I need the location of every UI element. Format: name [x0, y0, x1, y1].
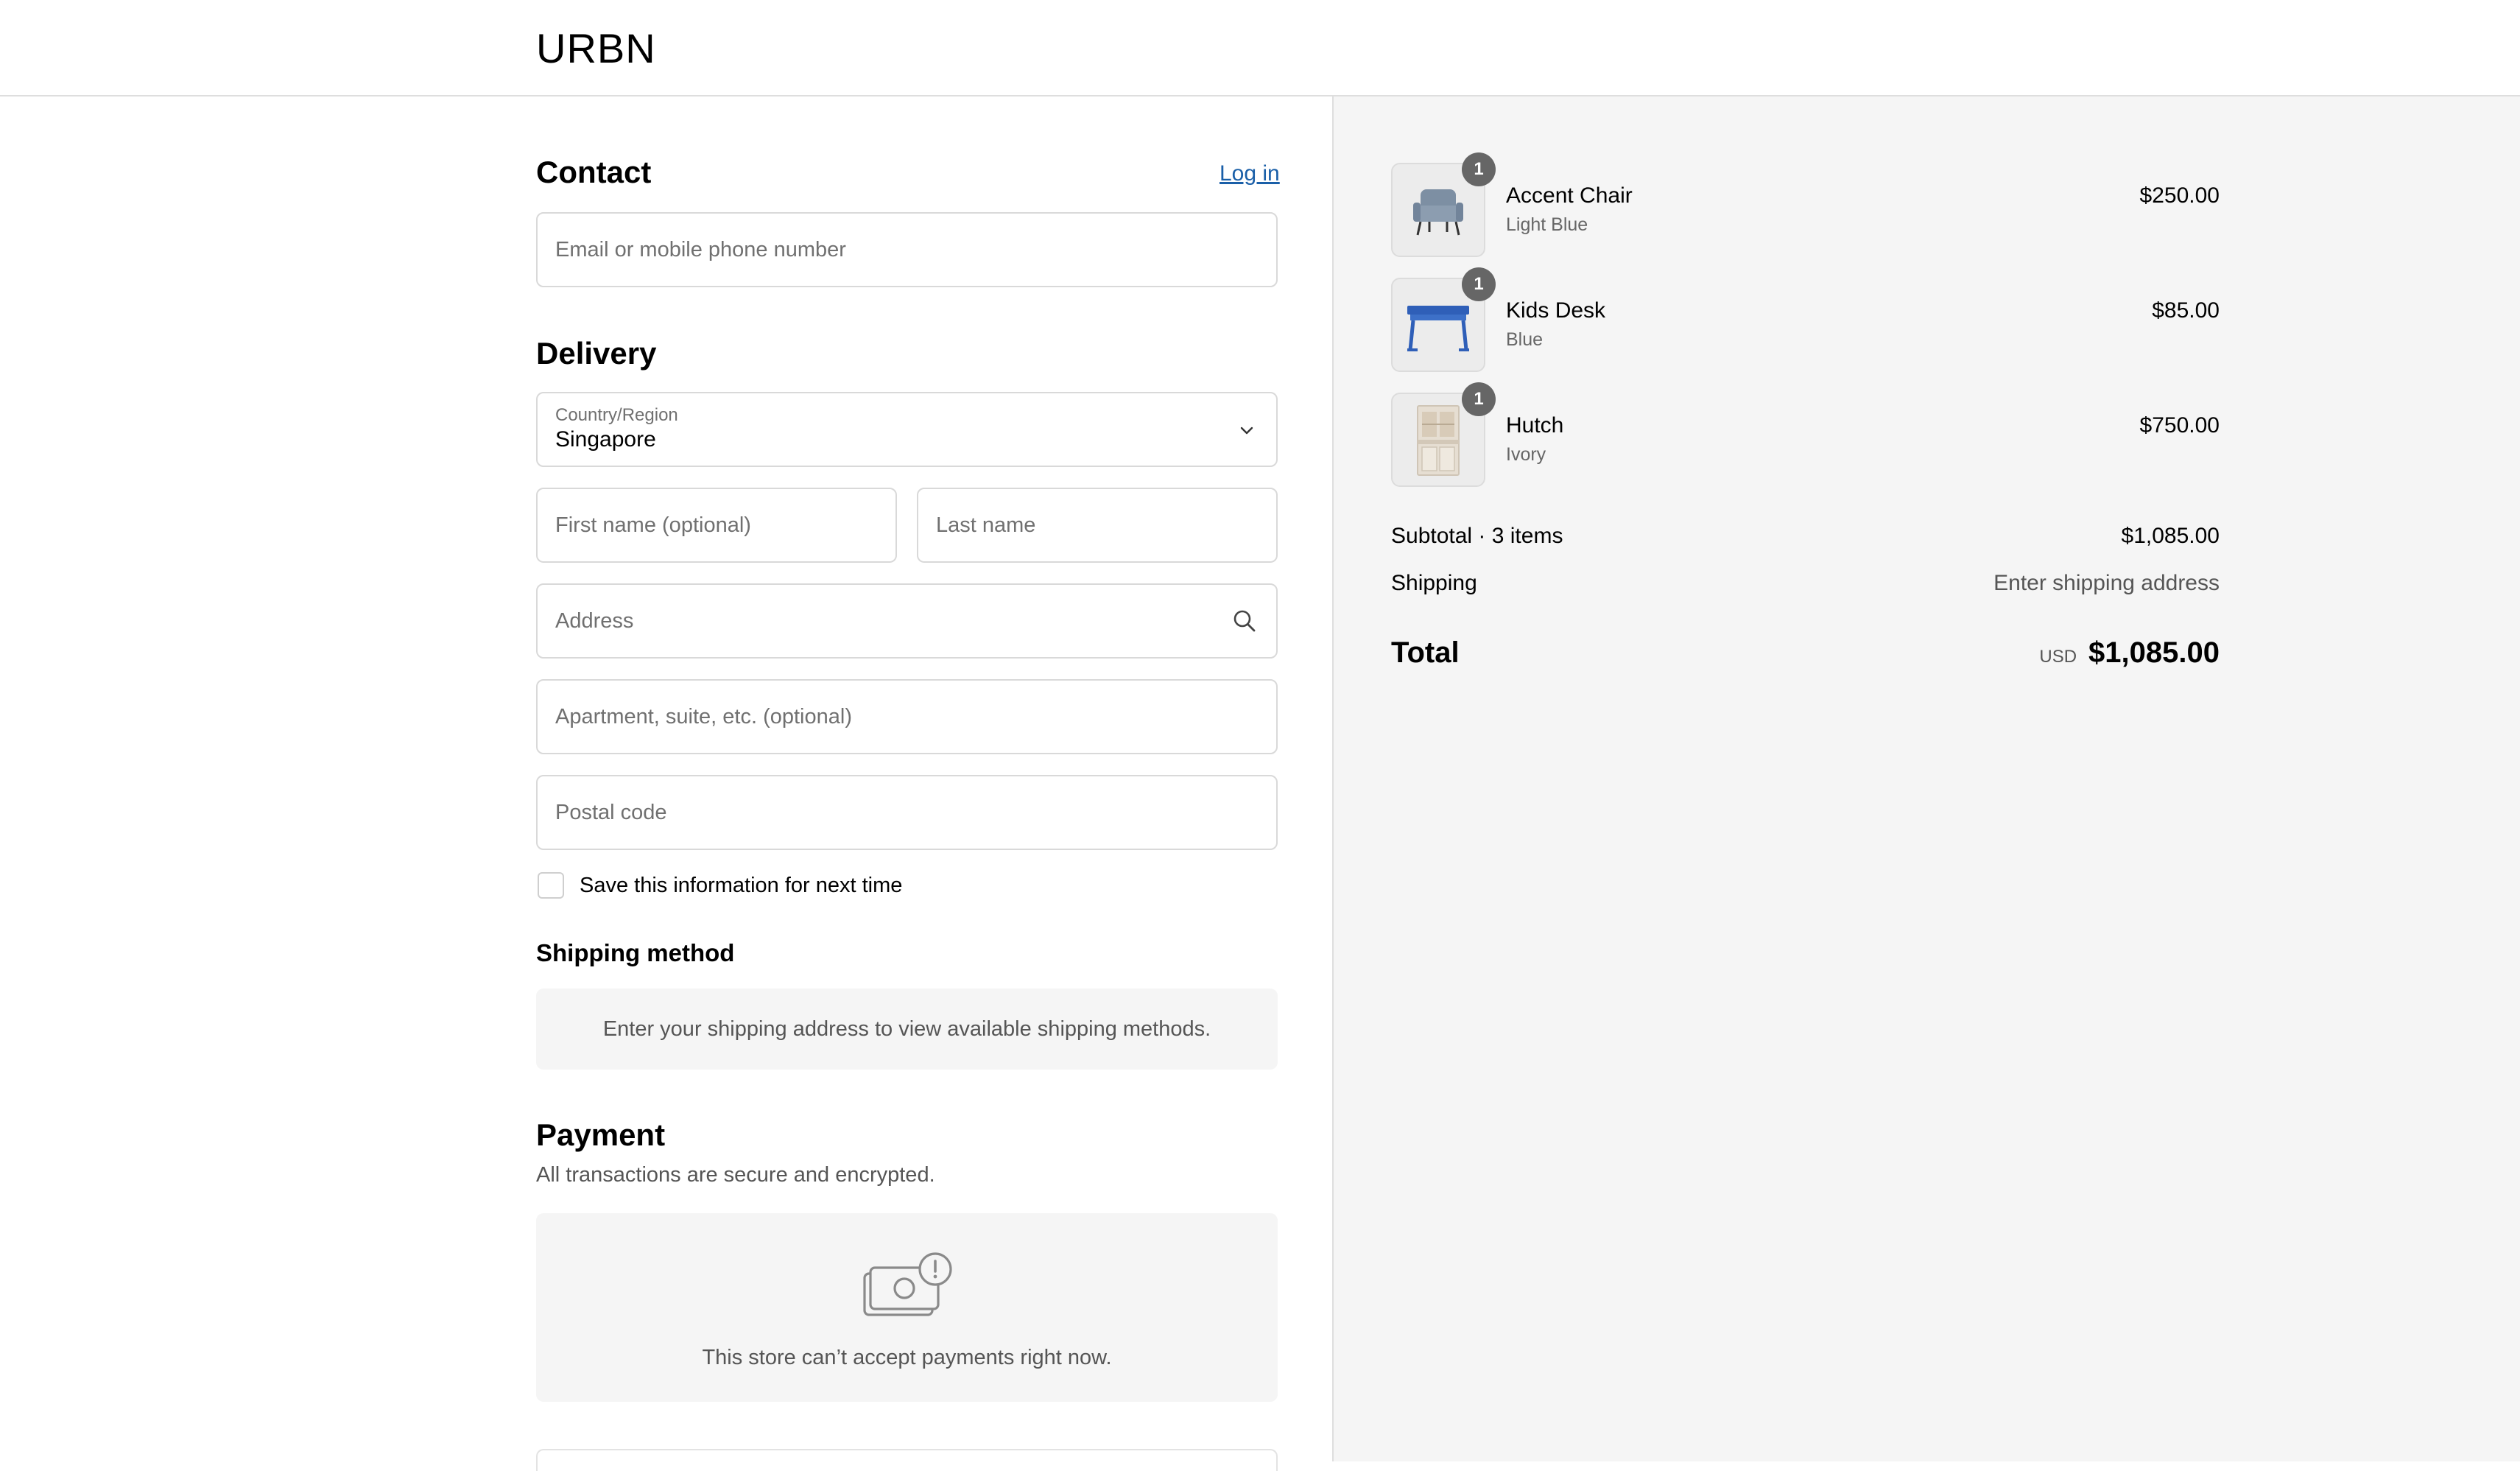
next-section-edge [536, 1449, 1278, 1471]
chevron-down-icon [1240, 426, 1253, 435]
item-name: Kids Desk [1506, 298, 1606, 323]
search-icon[interactable] [1232, 608, 1257, 633]
shipping-method-notice: Enter your shipping address to view avai… [536, 989, 1278, 1070]
item-price: $250.00 [2139, 183, 2220, 208]
apartment-placeholder: Apartment, suite, etc. (optional) [555, 704, 852, 729]
payment-unavailable-box: This store can’t accept payments right n… [536, 1213, 1278, 1402]
order-summary-panel: 1 Accent Chair Light Blue $250.00 1 Kids… [1334, 96, 2520, 1461]
country-select[interactable]: Country/Region Singapore [536, 392, 1278, 467]
item-quantity-badge: 1 [1462, 267, 1496, 301]
header: URBN [0, 0, 2520, 96]
country-label: Country/Region [555, 405, 678, 425]
total-value: $1,085.00 [2088, 636, 2220, 669]
shipping-label: Shipping [1391, 571, 1477, 595]
apartment-input[interactable]: Apartment, suite, etc. (optional) [536, 679, 1278, 754]
item-quantity-badge: 1 [1462, 152, 1496, 186]
item-variant: Ivory [1506, 444, 1546, 465]
item-thumbnail: 1 [1391, 382, 1496, 487]
payment-subtitle: All transactions are secure and encrypte… [536, 1163, 935, 1187]
checkout-form-panel: Contact Log in Email or mobile phone num… [0, 96, 1334, 1471]
first-name-placeholder: First name (optional) [555, 513, 751, 537]
login-link[interactable]: Log in [1219, 161, 1280, 186]
store-logo[interactable]: URBN [536, 25, 656, 72]
total-label: Total [1391, 636, 1460, 669]
contact-heading: Contact [536, 155, 652, 189]
item-price: $750.00 [2139, 413, 2220, 438]
email-input[interactable]: Email or mobile phone number [536, 212, 1278, 287]
total-amount: USD $1,085.00 [2039, 636, 2220, 670]
email-placeholder: Email or mobile phone number [555, 237, 846, 261]
item-thumbnail: 1 [1391, 267, 1496, 372]
item-variant: Blue [1506, 329, 1544, 350]
subtotal-label: Subtotal · 3 items [1391, 524, 1563, 548]
save-info-checkbox[interactable] [538, 872, 564, 899]
item-price: $85.00 [2152, 298, 2220, 323]
last-name-placeholder: Last name [936, 513, 1036, 537]
payment-unavailable-text: This store can’t accept payments right n… [702, 1346, 1112, 1369]
shipping-method-notice-text: Enter your shipping address to view avai… [602, 1017, 1211, 1041]
address-input[interactable]: Address [536, 583, 1278, 659]
item-name: Hutch [1506, 413, 1564, 438]
shipping-method-heading: Shipping method [536, 939, 735, 966]
postal-code-input[interactable]: Postal code [536, 775, 1278, 850]
item-variant: Light Blue [1506, 214, 1588, 235]
item-thumbnail: 1 [1391, 152, 1496, 257]
save-info-label: Save this information for next time [580, 874, 903, 897]
currency-code: USD [2039, 647, 2077, 667]
payment-heading: Payment [536, 1117, 666, 1152]
payment-error-icon [863, 1252, 952, 1316]
first-name-input[interactable]: First name (optional) [536, 488, 897, 563]
postal-code-placeholder: Postal code [555, 800, 667, 824]
item-quantity-badge: 1 [1462, 382, 1496, 416]
item-name: Accent Chair [1506, 183, 1633, 208]
address-placeholder: Address [555, 608, 634, 633]
last-name-input[interactable]: Last name [917, 488, 1278, 563]
subtotal-value: $1,085.00 [2121, 524, 2220, 548]
delivery-heading: Delivery [536, 336, 657, 371]
shipping-value: Enter shipping address [1993, 571, 2220, 595]
country-value: Singapore [555, 427, 656, 452]
